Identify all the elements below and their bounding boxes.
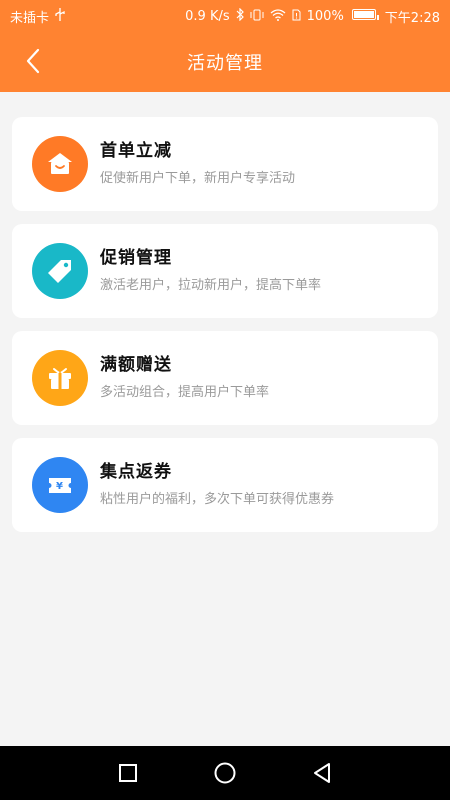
card-full-amount-gift[interactable]: 满额赠送 多活动组合，提高用户下单率	[12, 331, 438, 425]
card-text: 促销管理 激活老用户，拉动新用户，提高下单率	[100, 246, 321, 295]
card-desc: 粘性用户的福利，多次下单可获得优惠券	[100, 492, 335, 507]
card-title: 促销管理	[100, 248, 172, 268]
usb-icon	[55, 7, 65, 25]
price-tag-icon	[32, 243, 88, 299]
card-points-coupon[interactable]: ¥ 集点返券 粘性用户的福利，多次下单可获得优惠券	[12, 438, 438, 532]
battery-icon	[350, 8, 379, 24]
gift-box-icon	[32, 350, 88, 406]
card-desc: 激活老用户，拉动新用户，提高下单率	[100, 278, 322, 293]
home-button[interactable]	[205, 753, 245, 793]
card-title: 满额赠送	[100, 355, 172, 375]
sim-alert-icon	[292, 9, 301, 24]
card-desc: 促使新用户下单，新用户专享活动	[100, 171, 296, 186]
card-title: 首单立减	[100, 141, 172, 161]
recent-apps-button[interactable]	[108, 753, 148, 793]
card-text: 集点返券 粘性用户的福利，多次下单可获得优惠券	[100, 460, 334, 509]
vibrate-icon	[250, 9, 264, 24]
status-right: 0.9 K/s 100% 下午2:28	[185, 7, 440, 26]
chevron-left-icon	[26, 48, 40, 74]
card-title: 集点返券	[100, 462, 172, 482]
navbar: 活动管理	[0, 32, 450, 92]
coupon-icon: ¥	[32, 457, 88, 513]
house-gift-icon	[32, 136, 88, 192]
card-promotion-management[interactable]: 促销管理 激活老用户，拉动新用户，提高下单率	[12, 224, 438, 318]
page-title: 活动管理	[187, 53, 263, 74]
status-bar: 未插卡 0.9 K/s 100% 下午2:28	[0, 0, 450, 32]
back-button[interactable]	[18, 46, 48, 76]
system-back-button[interactable]	[302, 753, 342, 793]
card-text: 首单立减 促使新用户下单，新用户专享活动	[100, 139, 295, 188]
home-icon	[214, 762, 236, 784]
recent-apps-icon	[119, 764, 138, 782]
battery-percent: 100%	[306, 8, 344, 24]
card-desc: 多活动组合，提高用户下单率	[100, 385, 270, 400]
back-icon	[313, 763, 330, 783]
card-text: 满额赠送 多活动组合，提高用户下单率	[100, 353, 269, 402]
bluetooth-icon	[236, 7, 244, 24]
status-left: 未插卡	[10, 7, 65, 26]
network-speed: 0.9 K/s	[185, 8, 230, 24]
clock: 下午2:28	[384, 10, 440, 26]
card-first-order-discount[interactable]: 首单立减 促使新用户下单，新用户专享活动	[12, 117, 438, 211]
svg-text:¥: ¥	[56, 481, 63, 492]
system-nav-bar	[0, 746, 450, 800]
carrier-text: 未插卡	[10, 10, 50, 26]
activity-list: 首单立减 促使新用户下单，新用户专享活动 促销管理 激活老用户，拉动新用户，提高…	[12, 117, 438, 545]
header: 未插卡 0.9 K/s 100% 下午2:28 活动管理	[0, 0, 450, 92]
wifi-icon	[270, 8, 286, 24]
